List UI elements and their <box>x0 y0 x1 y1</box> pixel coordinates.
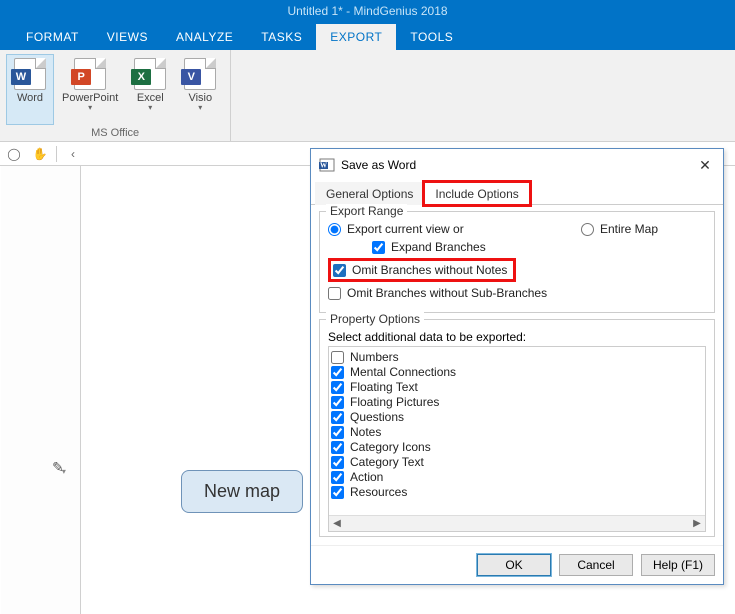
property-list: Numbers Mental Connections Floating Text… <box>328 346 706 532</box>
property-list-scroll[interactable]: Numbers Mental Connections Floating Text… <box>329 347 705 515</box>
help-button[interactable]: Help (F1) <box>641 554 715 576</box>
ribbon: W Word P PowerPoint ▾ X Excel ▾ V Visio … <box>0 50 735 142</box>
check-expand-branches-input[interactable] <box>372 241 385 254</box>
radio-entire-map-label: Entire Map <box>600 222 658 236</box>
prop-item-resources-input[interactable] <box>331 486 344 499</box>
prop-item-category-text-input[interactable] <box>331 456 344 469</box>
check-expand-branches-label: Expand Branches <box>391 240 486 254</box>
check-omit-notes-input[interactable] <box>333 264 346 277</box>
chevron-down-icon: ▾ <box>148 106 152 110</box>
prop-item-numbers[interactable]: Numbers <box>331 350 703 364</box>
prop-item-category-text[interactable]: Category Text <box>331 455 703 469</box>
ribbon-visio-button[interactable]: V Visio ▾ <box>176 54 224 125</box>
check-omit-notes[interactable]: Omit Branches without Notes <box>333 263 507 277</box>
prop-item-mental-connections[interactable]: Mental Connections <box>331 365 703 379</box>
prop-item-label: Notes <box>350 425 381 439</box>
cancel-button[interactable]: Cancel <box>559 554 633 576</box>
prop-item-label: Category Icons <box>350 440 431 454</box>
lasso-tool-icon[interactable]: ◯ <box>4 144 24 164</box>
excel-icon: X <box>134 58 166 90</box>
ribbon-word-label: Word <box>17 92 43 104</box>
chevron-down-icon: ▾ <box>88 106 92 110</box>
property-list-hscroll[interactable]: ◀ ▶ <box>329 515 705 531</box>
tab-tasks[interactable]: TASKS <box>247 24 316 50</box>
radio-entire-map-input[interactable] <box>581 223 594 236</box>
chevron-down-icon: ▾ <box>198 106 202 110</box>
prop-item-floating-text[interactable]: Floating Text <box>331 380 703 394</box>
main-tab-strip: FORMAT VIEWS ANALYZE TASKS EXPORT TOOLS <box>0 22 735 50</box>
export-range-legend: Export Range <box>326 204 407 218</box>
pan-tool-icon[interactable]: ✋ <box>30 144 50 164</box>
tab-tools[interactable]: TOOLS <box>396 24 467 50</box>
check-omit-sub-label: Omit Branches without Sub-Branches <box>347 286 547 300</box>
prop-item-label: Numbers <box>350 350 399 364</box>
hscroll-left-icon[interactable]: ◀ <box>329 516 345 532</box>
prop-item-notes-input[interactable] <box>331 426 344 439</box>
dialog-titlebar: W Save as Word ✕ <box>311 149 723 181</box>
ribbon-group-label: MS Office <box>6 125 224 141</box>
prop-item-floating-text-input[interactable] <box>331 381 344 394</box>
tab-format[interactable]: FORMAT <box>12 24 93 50</box>
highlight-omit-notes: Omit Branches without Notes <box>328 258 516 282</box>
dialog-title-text: Save as Word <box>341 158 416 172</box>
dialog-button-row: OK Cancel Help (F1) <box>311 545 723 584</box>
radio-export-current-label: Export current view or <box>347 222 464 236</box>
left-rail <box>1 166 81 614</box>
prop-item-label: Action <box>350 470 383 484</box>
prop-item-label: Floating Text <box>350 380 418 394</box>
ribbon-powerpoint-button[interactable]: P PowerPoint ▾ <box>56 54 124 125</box>
map-root-node[interactable]: New map <box>181 470 303 513</box>
prop-item-category-icons[interactable]: Category Icons <box>331 440 703 454</box>
powerpoint-icon: P <box>74 58 106 90</box>
dialog-close-button[interactable]: ✕ <box>695 155 715 175</box>
word-small-icon: W <box>319 157 335 173</box>
collapse-left-icon[interactable]: ‹ <box>63 144 83 164</box>
prop-item-label: Resources <box>350 485 407 499</box>
svg-text:W: W <box>320 162 327 170</box>
prop-item-label: Mental Connections <box>350 365 456 379</box>
prop-item-questions-input[interactable] <box>331 411 344 424</box>
prop-item-notes[interactable]: Notes <box>331 425 703 439</box>
prop-item-category-icons-input[interactable] <box>331 441 344 454</box>
radio-entire-map[interactable]: Entire Map <box>581 222 658 236</box>
export-range-group: Export Range Export current view or Enti… <box>319 211 715 313</box>
property-options-legend: Property Options <box>326 312 424 326</box>
check-expand-branches[interactable]: Expand Branches <box>372 240 486 254</box>
check-omit-sub[interactable]: Omit Branches without Sub-Branches <box>328 286 547 300</box>
hscroll-right-icon[interactable]: ▶ <box>689 516 705 532</box>
check-omit-sub-input[interactable] <box>328 287 341 300</box>
prop-item-resources[interactable]: Resources <box>331 485 703 499</box>
tab-analyze[interactable]: ANALYZE <box>162 24 247 50</box>
prop-item-questions[interactable]: Questions <box>331 410 703 424</box>
check-omit-notes-label: Omit Branches without Notes <box>352 263 507 277</box>
prop-item-mental-connections-input[interactable] <box>331 366 344 379</box>
property-options-group: Property Options Select additional data … <box>319 319 715 537</box>
radio-export-current-input[interactable] <box>328 223 341 236</box>
prop-item-label: Floating Pictures <box>350 395 439 409</box>
visio-icon: V <box>184 58 216 90</box>
dialog-tab-general[interactable]: General Options <box>315 182 424 205</box>
radio-export-current[interactable]: Export current view or <box>328 222 464 236</box>
prop-item-label: Category Text <box>350 455 424 469</box>
tab-views[interactable]: VIEWS <box>93 24 162 50</box>
property-options-instruction: Select additional data to be exported: <box>328 330 706 344</box>
ribbon-group-msoffice: W Word P PowerPoint ▾ X Excel ▾ V Visio … <box>0 50 231 141</box>
dialog-tab-include[interactable]: Include Options <box>424 182 529 205</box>
prop-item-floating-pictures-input[interactable] <box>331 396 344 409</box>
word-icon: W <box>14 58 46 90</box>
dialog-tabs: General Options Include Options <box>311 181 723 205</box>
prop-item-label: Questions <box>350 410 404 424</box>
ribbon-excel-button[interactable]: X Excel ▾ <box>126 54 174 125</box>
ok-button[interactable]: OK <box>477 554 551 576</box>
prop-item-action-input[interactable] <box>331 471 344 484</box>
ribbon-word-button[interactable]: W Word <box>6 54 54 125</box>
tab-export[interactable]: EXPORT <box>316 24 396 50</box>
prop-item-action[interactable]: Action <box>331 470 703 484</box>
prop-item-numbers-input[interactable] <box>331 351 344 364</box>
save-as-word-dialog: W Save as Word ✕ General Options Include… <box>310 148 724 585</box>
edit-pencil-icon[interactable]: ✎▾ <box>45 456 75 478</box>
window-title: Untitled 1* - MindGenius 2018 <box>0 0 735 22</box>
prop-item-floating-pictures[interactable]: Floating Pictures <box>331 395 703 409</box>
